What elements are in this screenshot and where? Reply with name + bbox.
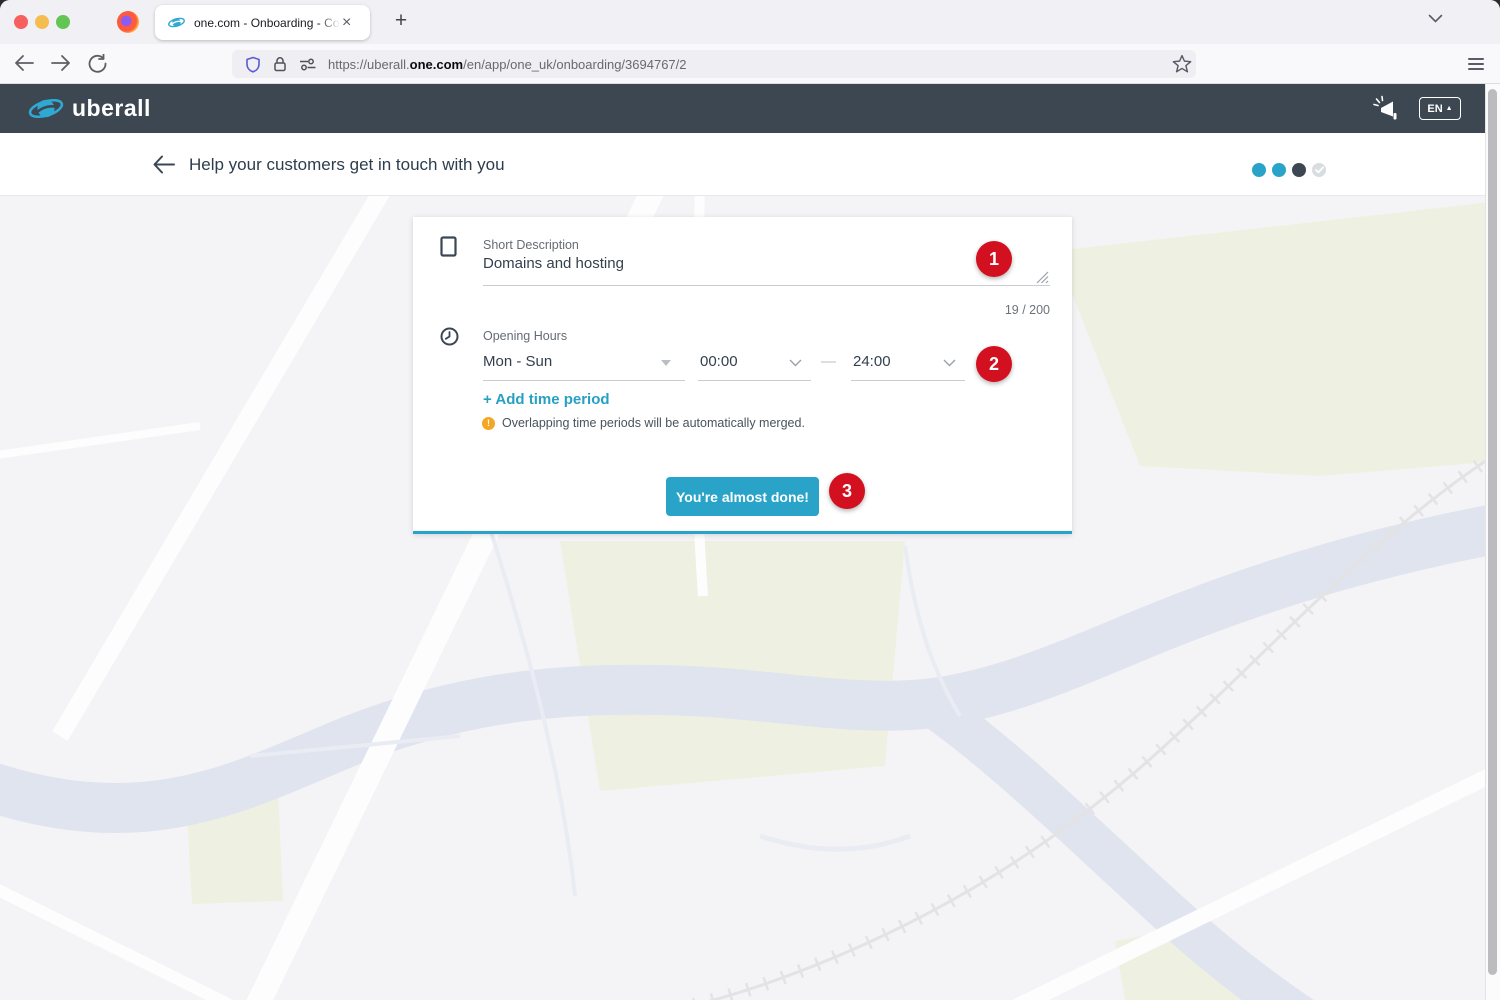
app-header: uberall EN ▲ <box>0 84 1500 133</box>
days-select-underline <box>483 380 685 381</box>
main-content: Short Description Domains and hosting 19… <box>0 196 1500 1000</box>
brand-name: uberall <box>72 95 151 122</box>
submit-button[interactable]: You're almost done! <box>666 477 819 516</box>
time-to-select[interactable]: 24:00 <box>851 349 965 381</box>
lock-icon[interactable] <box>272 56 288 72</box>
step-badge-1: 1 <box>976 241 1012 277</box>
onboarding-form-card: Short Description Domains and hosting 19… <box>413 217 1072 534</box>
caret-up-icon: ▲ <box>1446 105 1453 112</box>
short-description-value: Domains and hosting <box>483 255 624 272</box>
language-label: EN <box>1427 103 1442 115</box>
time-to-underline <box>851 380 965 381</box>
permissions-sliders-icon[interactable] <box>299 58 317 71</box>
bookmark-star-icon[interactable] <box>1172 54 1192 74</box>
browser-tab[interactable]: one.com - Onboarding - Contact × <box>155 5 370 40</box>
warning-text: Overlapping time periods will be automat… <box>502 417 805 430</box>
language-selector-button[interactable]: EN ▲ <box>1419 97 1461 120</box>
reload-button-icon[interactable] <box>88 54 107 73</box>
triangle-down-icon <box>661 360 671 366</box>
check-icon <box>1315 166 1324 174</box>
time-from-underline <box>698 380 811 381</box>
tab-bar: one.com - Onboarding - Contact × + <box>0 0 1500 44</box>
short-description-input[interactable]: Domains and hosting <box>483 255 1050 285</box>
time-range-separator: — <box>821 353 836 370</box>
progress-dot-4-done <box>1312 163 1326 177</box>
progress-dot-3-current <box>1292 163 1306 177</box>
progress-dot-1 <box>1252 163 1266 177</box>
chevron-down-icon <box>789 359 802 367</box>
uberall-logo: uberall <box>28 93 151 124</box>
resize-handle-icon[interactable] <box>1036 271 1049 284</box>
page-title-bar: Help your customers get in touch with yo… <box>0 133 1500 196</box>
zoom-window-button[interactable] <box>56 15 70 29</box>
back-button-icon[interactable] <box>14 54 35 72</box>
browser-window: one.com - Onboarding - Contact × + <box>0 0 1500 1000</box>
new-tab-button[interactable]: + <box>386 6 416 36</box>
close-window-button[interactable] <box>14 15 28 29</box>
time-from-select[interactable]: 00:00 <box>698 349 811 381</box>
browser-navbar: https://uberall.one.com/en/app/one_uk/on… <box>0 44 1500 84</box>
scrollbar-thumb[interactable] <box>1488 89 1497 975</box>
progress-dot-2 <box>1272 163 1286 177</box>
shield-icon[interactable] <box>245 56 261 73</box>
url-text: https://uberall.one.com/en/app/one_uk/on… <box>328 57 687 72</box>
minimize-window-button[interactable] <box>35 15 49 29</box>
tabs-dropdown-chevron-icon[interactable] <box>1428 14 1443 23</box>
uberall-favicon-icon <box>168 15 185 30</box>
warning-icon: ! <box>482 417 495 430</box>
add-time-period-link[interactable]: + Add time period <box>483 391 610 408</box>
days-select-value: Mon - Sun <box>483 353 552 370</box>
uberall-logo-icon <box>28 93 64 124</box>
short-description-underline <box>483 285 1050 286</box>
progress-dots <box>1252 163 1326 177</box>
character-counter: 19 / 200 <box>483 303 1050 317</box>
time-to-value: 24:00 <box>853 353 891 370</box>
days-select[interactable]: Mon - Sun <box>483 349 685 381</box>
announcement-megaphone-icon[interactable] <box>1372 95 1400 122</box>
short-description-label: Short Description <box>483 238 579 252</box>
page-title: Help your customers get in touch with yo… <box>189 155 505 175</box>
tab-close-icon[interactable]: × <box>342 15 351 31</box>
firefox-icon <box>117 11 139 33</box>
scrollbar-track <box>1485 84 1500 1000</box>
step-badge-3: 3 <box>829 473 865 509</box>
clock-icon <box>440 327 459 346</box>
back-arrow-icon[interactable] <box>152 154 176 175</box>
time-from-value: 00:00 <box>700 353 738 370</box>
opening-hours-label: Opening Hours <box>483 329 567 343</box>
url-bar[interactable]: https://uberall.one.com/en/app/one_uk/on… <box>232 50 1196 78</box>
tab-title: one.com - Onboarding - Contact <box>194 16 340 30</box>
menu-hamburger-icon[interactable] <box>1468 58 1484 70</box>
chevron-down-icon <box>943 359 956 367</box>
description-field-icon <box>440 236 457 257</box>
step-badge-2: 2 <box>976 346 1012 382</box>
forward-button-icon[interactable] <box>50 54 71 72</box>
